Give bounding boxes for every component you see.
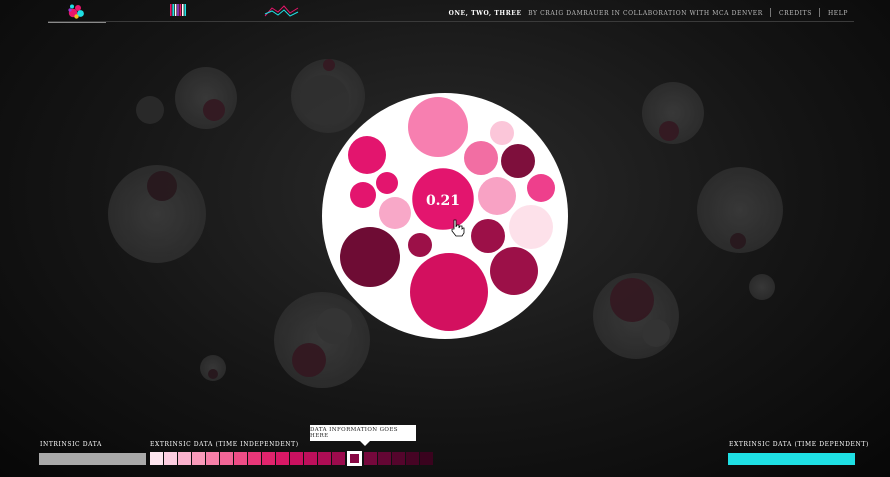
data-bubble[interactable]	[501, 144, 535, 178]
data-bubble[interactable]	[408, 233, 432, 257]
extrinsic-dependent-label: Extrinsic Data (Time Dependent)	[729, 441, 869, 448]
data-bubble[interactable]	[471, 219, 505, 253]
ghost-cluster	[274, 292, 370, 388]
extrinsic-independent-swatches	[150, 451, 433, 466]
color-swatch[interactable]	[178, 452, 191, 465]
color-swatch[interactable]	[364, 452, 377, 465]
ghost-cluster	[291, 59, 365, 133]
data-bubble[interactable]	[509, 205, 553, 249]
ghost-cluster	[642, 82, 704, 144]
selected-bubble-value: 0.21	[426, 193, 460, 209]
color-swatch[interactable]	[332, 452, 345, 465]
data-bubble[interactable]	[464, 141, 498, 175]
data-bubble[interactable]	[527, 174, 555, 202]
color-swatch[interactable]	[150, 452, 163, 465]
intrinsic-data-label: Intrinsic Data	[40, 441, 102, 448]
data-bubble[interactable]	[348, 136, 386, 174]
color-swatch[interactable]	[234, 452, 247, 465]
color-swatch[interactable]	[220, 452, 233, 465]
ghost-cluster	[697, 167, 783, 253]
data-bubble[interactable]	[478, 177, 516, 215]
data-bubble[interactable]	[490, 121, 514, 145]
data-bubble[interactable]	[350, 182, 376, 208]
color-swatch[interactable]	[276, 452, 289, 465]
tooltip-text: Data information goes here	[310, 427, 398, 439]
color-swatch[interactable]	[304, 452, 317, 465]
ghost-cluster	[200, 355, 226, 381]
data-bubble[interactable]	[379, 197, 411, 229]
extrinsic-dependent-bar[interactable]	[728, 453, 855, 465]
color-swatch[interactable]	[206, 452, 219, 465]
ghost-cluster	[593, 273, 679, 359]
color-swatch[interactable]	[392, 452, 405, 465]
ghost-cluster	[749, 274, 775, 300]
ghost-cluster	[108, 165, 206, 263]
color-swatch[interactable]	[262, 452, 275, 465]
data-bubble[interactable]	[340, 227, 400, 287]
color-swatch[interactable]	[318, 452, 331, 465]
data-bubble[interactable]	[490, 247, 538, 295]
selected-color-swatch[interactable]	[347, 451, 362, 466]
data-bubble[interactable]	[376, 172, 398, 194]
intrinsic-data-bar[interactable]	[39, 453, 146, 465]
ghost-cluster	[136, 67, 237, 129]
bubble-visualization: 0.21	[108, 59, 783, 388]
color-swatch[interactable]	[420, 452, 433, 465]
color-swatch[interactable]	[406, 452, 419, 465]
color-swatch[interactable]	[192, 452, 205, 465]
color-swatch[interactable]	[248, 452, 261, 465]
data-bubble[interactable]	[408, 97, 468, 157]
color-swatch[interactable]	[378, 452, 391, 465]
color-swatch[interactable]	[290, 452, 303, 465]
data-tooltip: Data information goes here	[310, 425, 416, 446]
color-swatch[interactable]	[164, 452, 177, 465]
extrinsic-independent-label: Extrinsic Data (Time Independent)	[150, 441, 299, 448]
data-bubble[interactable]	[410, 253, 488, 331]
